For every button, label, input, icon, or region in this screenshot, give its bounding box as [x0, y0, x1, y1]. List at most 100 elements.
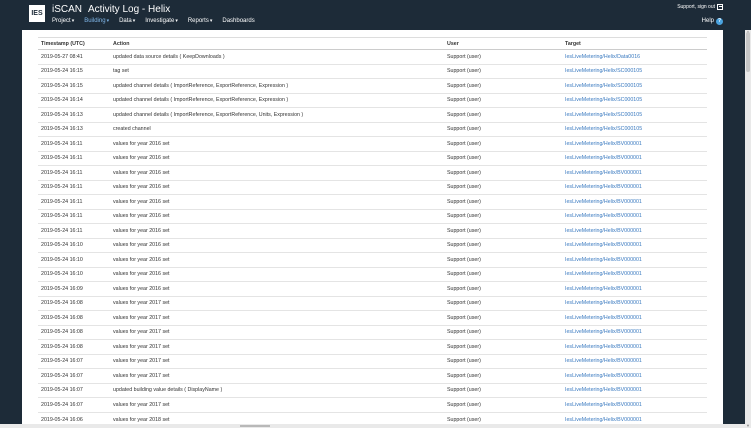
nav-item-label: Project — [52, 18, 71, 24]
scroll-thumb[interactable] — [746, 32, 750, 72]
activity-log-table: Timestamp (UTC) Action User Target 2019-… — [38, 37, 707, 427]
cell-target[interactable]: IesLiveMetering/Helix/BV000001 — [562, 295, 707, 311]
cell-target[interactable]: IesLiveMetering/Helix/SC000105 — [562, 63, 707, 79]
ies-logo[interactable]: IES — [29, 5, 45, 22]
cell-timestamp: 2019-05-27 08:41 — [38, 49, 110, 64]
cell-timestamp: 2019-05-24 16:07 — [38, 353, 110, 369]
nav-item-building[interactable]: Building▾ — [84, 17, 109, 27]
cell-target[interactable]: IesLiveMetering/Helix/Data0016 — [562, 49, 707, 64]
nav-item-label: Dashboards — [222, 18, 255, 24]
cell-user: Support (user) — [444, 165, 562, 180]
cell-user: Support (user) — [444, 92, 562, 108]
cell-target[interactable]: IesLiveMetering/Helix/BV000001 — [562, 382, 707, 398]
cell-target[interactable]: IesLiveMetering/Helix/SC000105 — [562, 92, 707, 108]
horizontal-scroll-thumb[interactable] — [240, 425, 270, 427]
cell-target[interactable]: IesLiveMetering/Helix/BV000001 — [562, 136, 707, 151]
cell-target[interactable]: IesLiveMetering/Helix/BV000001 — [562, 397, 707, 412]
vertical-scrollbar[interactable]: ▲ ▼ — [745, 30, 751, 428]
cell-timestamp: 2019-05-24 16:08 — [38, 339, 110, 354]
sign-out-icon — [717, 4, 723, 10]
activity-log-table-container: Timestamp (UTC) Action User Target 2019-… — [38, 37, 707, 427]
cell-user: Support (user) — [444, 237, 562, 253]
cell-timestamp: 2019-05-24 16:08 — [38, 310, 110, 325]
cell-action: values for year 2016 set — [110, 208, 444, 224]
cell-target[interactable]: IesLiveMetering/Helix/BV000001 — [562, 208, 707, 224]
cell-timestamp: 2019-05-24 16:11 — [38, 223, 110, 238]
cell-timestamp: 2019-05-24 16:07 — [38, 368, 110, 383]
cell-user: Support (user) — [444, 295, 562, 311]
cell-timestamp: 2019-05-24 16:07 — [38, 397, 110, 412]
cell-target[interactable]: IesLiveMetering/Helix/BV000001 — [562, 281, 707, 296]
nav-item-investigate[interactable]: Investigate▾ — [145, 17, 178, 27]
cell-action: values for year 2017 set — [110, 310, 444, 325]
cell-user: Support (user) — [444, 368, 562, 383]
cell-target[interactable]: IesLiveMetering/Helix/SC000105 — [562, 78, 707, 93]
cell-timestamp: 2019-05-24 16:13 — [38, 107, 110, 122]
table-row: 2019-05-24 16:08 values for year 2017 set… — [38, 324, 707, 340]
nav-item-data[interactable]: Data▾ — [119, 17, 135, 27]
cell-user: Support (user) — [444, 179, 562, 195]
cell-user: Support (user) — [444, 252, 562, 267]
cell-target[interactable]: IesLiveMetering/Helix/BV000001 — [562, 194, 707, 209]
table-row: 2019-05-24 16:07 values for year 2017 set… — [38, 353, 707, 369]
table-row: 2019-05-24 16:11 values for year 2016 set… — [38, 150, 707, 166]
column-header-target[interactable]: Target — [562, 37, 707, 50]
table-row: 2019-05-24 16:07 values for year 2017 set… — [38, 397, 707, 412]
cell-timestamp: 2019-05-24 16:11 — [38, 208, 110, 224]
cell-user: Support (user) — [444, 310, 562, 325]
cell-action: values for year 2017 set — [110, 324, 444, 340]
column-header-action[interactable]: Action — [110, 37, 444, 50]
nav-item-project[interactable]: Project▾ — [52, 17, 74, 27]
nav-item-label: Reports — [187, 18, 209, 24]
cell-user: Support (user) — [444, 150, 562, 166]
cell-target[interactable]: IesLiveMetering/Helix/SC000105 — [562, 107, 707, 122]
cell-target[interactable]: IesLiveMetering/Helix/BV000001 — [562, 339, 707, 354]
cell-user: Support (user) — [444, 107, 562, 122]
cell-action: values for year 2016 set — [110, 266, 444, 282]
cell-timestamp: 2019-05-24 16:14 — [38, 92, 110, 108]
cell-timestamp: 2019-05-24 16:09 — [38, 281, 110, 296]
cell-action: tag set — [110, 63, 444, 79]
cell-action: updated building value details ( Display… — [110, 382, 444, 398]
cell-action: values for year 2017 set — [110, 339, 444, 354]
cell-target[interactable]: IesLiveMetering/Helix/BV000001 — [562, 150, 707, 166]
cell-action: values for year 2017 set — [110, 353, 444, 369]
chevron-down-icon: ▾ — [106, 18, 110, 24]
cell-target[interactable]: IesLiveMetering/Helix/SC000105 — [562, 121, 707, 137]
cell-action: values for year 2016 set — [110, 136, 444, 151]
column-header-user[interactable]: User — [444, 37, 562, 50]
cell-user: Support (user) — [444, 49, 562, 64]
table-row: 2019-05-24 16:10 values for year 2016 set… — [38, 266, 707, 282]
cell-target[interactable]: IesLiveMetering/Helix/BV000001 — [562, 179, 707, 195]
cell-target[interactable]: IesLiveMetering/Helix/BV000001 — [562, 368, 707, 383]
cell-target[interactable]: IesLiveMetering/Helix/BV000001 — [562, 353, 707, 369]
cell-action: values for year 2016 set — [110, 194, 444, 209]
cell-target[interactable]: IesLiveMetering/Helix/BV000001 — [562, 252, 707, 267]
cell-target[interactable]: IesLiveMetering/Helix/BV000001 — [562, 266, 707, 282]
cell-target[interactable]: IesLiveMetering/Helix/BV000001 — [562, 165, 707, 180]
horizontal-scrollbar[interactable] — [0, 424, 745, 428]
nav-item-reports[interactable]: Reports▾ — [188, 17, 213, 27]
cell-action: values for year 2016 set — [110, 165, 444, 180]
table-row: 2019-05-24 16:11 values for year 2016 set… — [38, 179, 707, 195]
column-header-timestamp[interactable]: Timestamp (UTC) — [38, 37, 110, 50]
cell-user: Support (user) — [444, 223, 562, 238]
nav-item-dashboards[interactable]: Dashboards — [222, 17, 254, 27]
cell-target[interactable]: IesLiveMetering/Helix/BV000001 — [562, 237, 707, 253]
cell-target[interactable]: IesLiveMetering/Helix/BV000001 — [562, 223, 707, 238]
cell-target[interactable]: IesLiveMetering/Helix/BV000001 — [562, 324, 707, 340]
scroll-down-arrow-icon[interactable]: ▼ — [746, 424, 750, 428]
chevron-down-icon: ▾ — [71, 18, 75, 24]
main-nav: Project▾ Building▾ Data▾ Investigate▾ Report… — [52, 17, 265, 27]
chevron-down-icon: ▾ — [209, 18, 213, 24]
table-row: 2019-05-24 16:11 values for year 2016 set… — [38, 194, 707, 209]
chevron-down-icon: ▾ — [175, 18, 178, 24]
cell-target[interactable]: IesLiveMetering/Helix/BV000001 — [562, 310, 707, 325]
sign-out-link[interactable]: Support, sign out — [677, 4, 723, 10]
nav-item-label: Investigate — [145, 18, 175, 24]
help-link[interactable]: Help ? — [702, 17, 723, 25]
cell-action: values for year 2016 set — [110, 150, 444, 166]
sign-out-label: Support, sign out — [677, 4, 715, 10]
cell-action: values for year 2017 set — [110, 397, 444, 412]
table-header-row: Timestamp (UTC) Action User Target — [38, 37, 707, 50]
